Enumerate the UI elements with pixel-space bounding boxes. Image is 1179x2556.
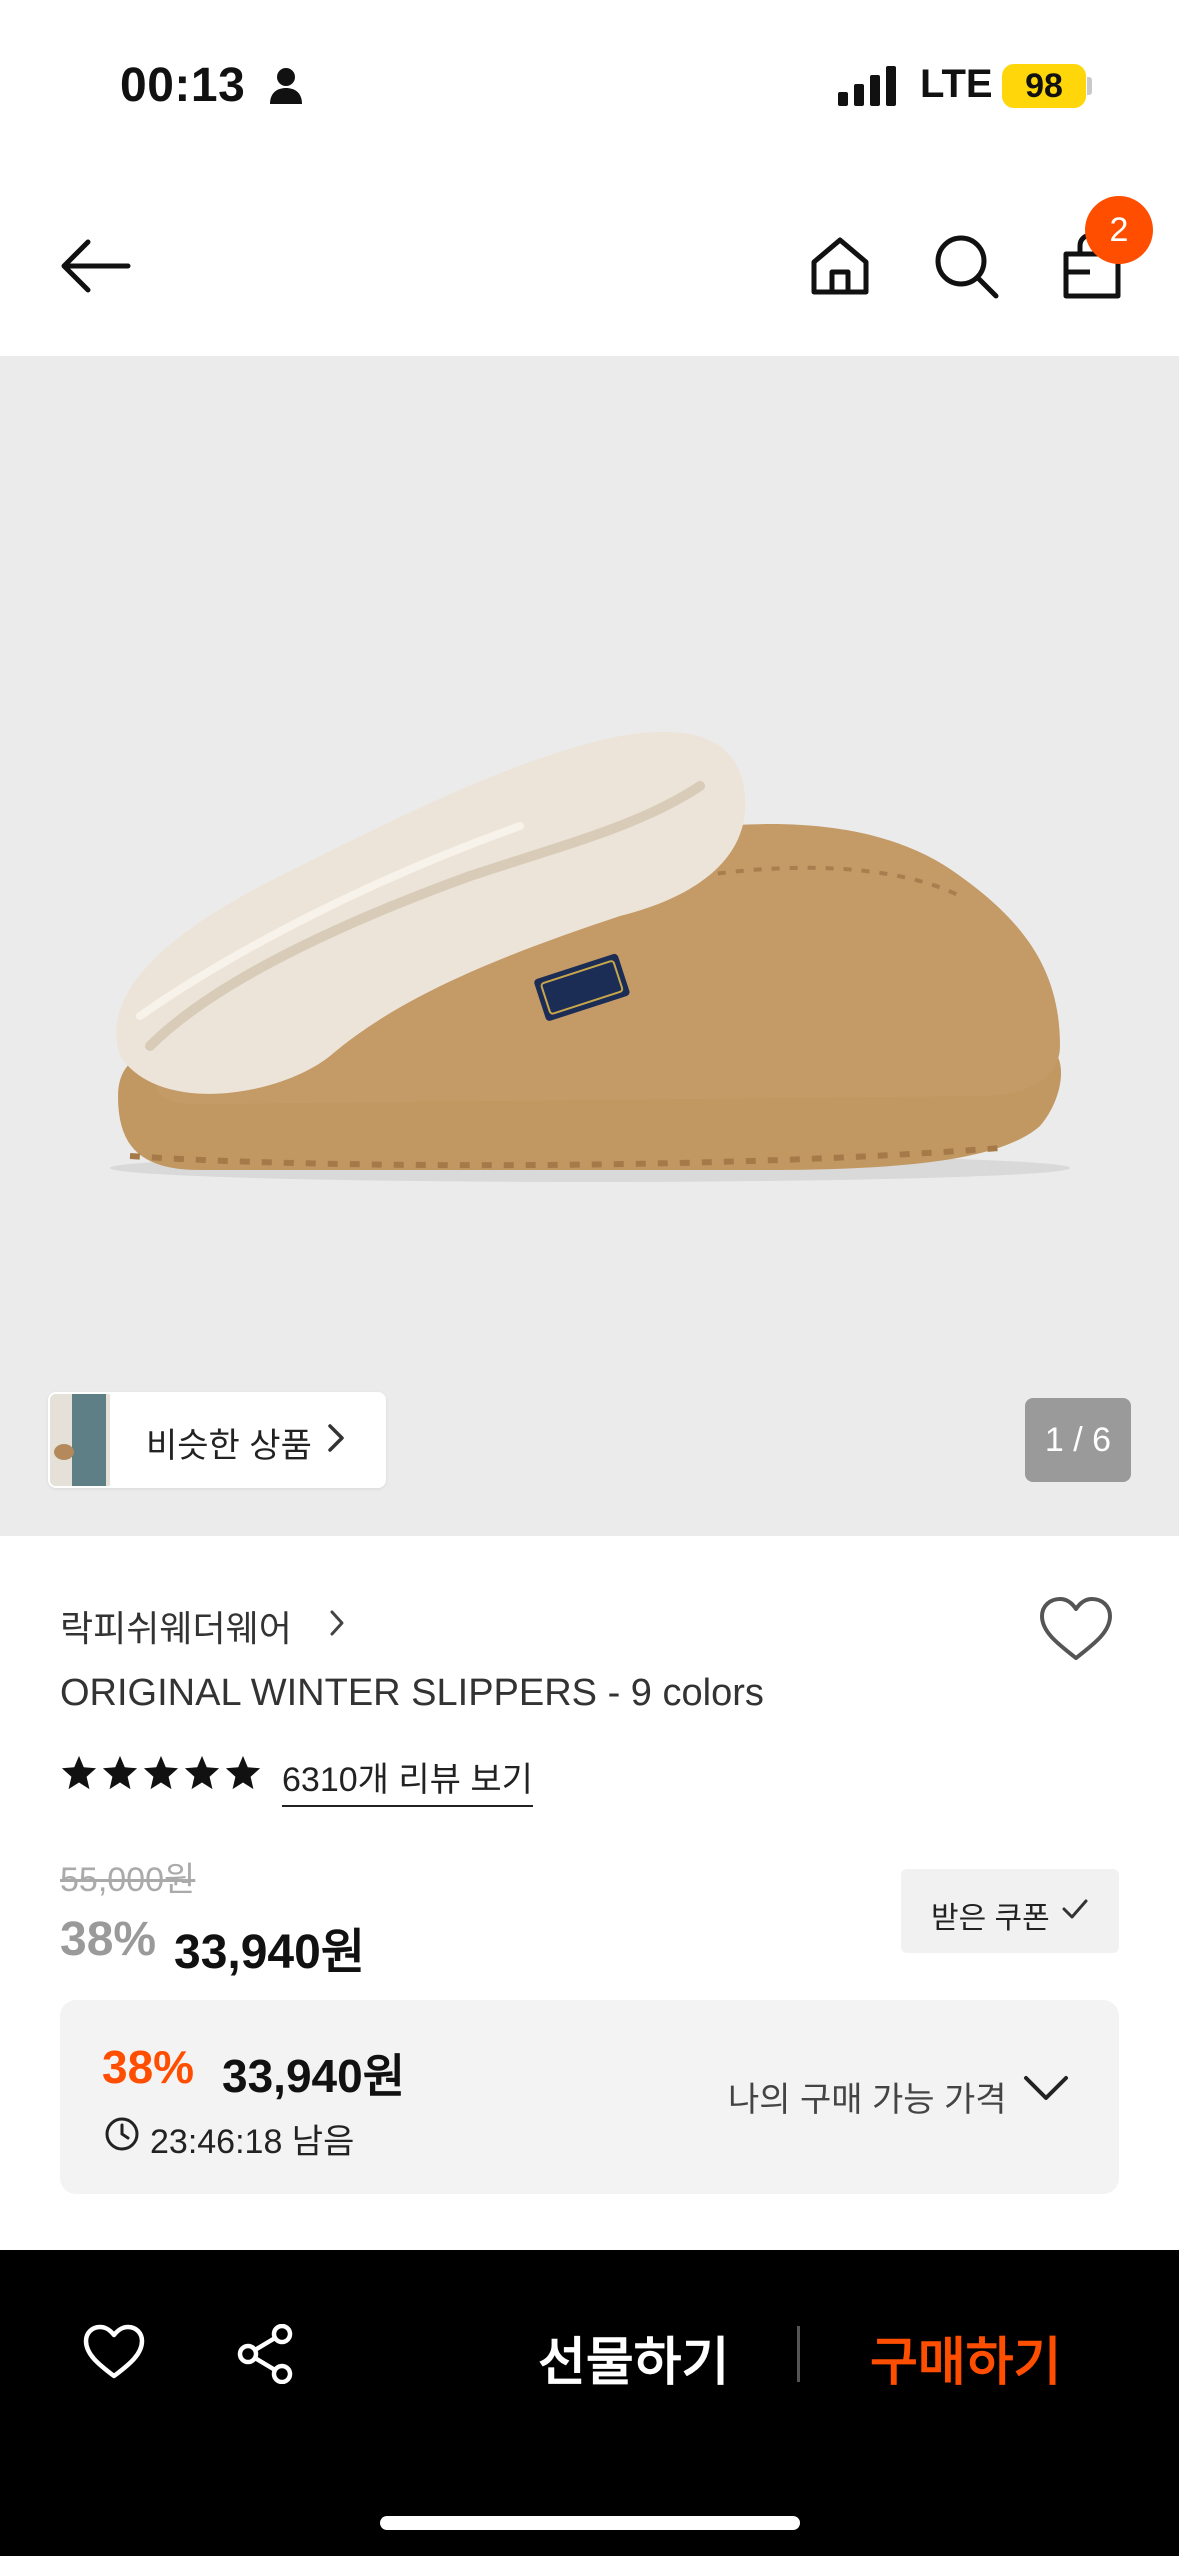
product-image-gallery[interactable] xyxy=(0,356,1179,1536)
review-link[interactable]: 6310개 리뷰 보기 xyxy=(282,1752,533,1807)
star-icon xyxy=(102,1755,138,1790)
image-pager: 1 / 6 xyxy=(1025,1398,1131,1482)
my-price-value: 33,940원 xyxy=(222,2050,406,2102)
countdown-timer: 23:46:18 남음 xyxy=(150,2123,355,2161)
heart-icon[interactable] xyxy=(82,2324,146,2387)
received-coupon-button[interactable]: 받은 쿠폰 xyxy=(901,1869,1119,1953)
home-icon[interactable] xyxy=(808,234,872,298)
home-indicator xyxy=(380,2516,800,2530)
original-price: 55,000원 xyxy=(60,1861,196,1899)
star-icon xyxy=(143,1755,179,1790)
bottom-bar-divider xyxy=(797,2326,800,2382)
star-icon xyxy=(61,1755,97,1790)
share-icon[interactable] xyxy=(236,2323,296,2389)
chevron-right-icon xyxy=(326,1422,346,1459)
back-arrow-icon[interactable] xyxy=(58,238,132,294)
search-icon[interactable] xyxy=(932,232,1000,300)
my-price-label: 나의 구매 가능 가격 xyxy=(728,2081,1007,2119)
gift-button[interactable]: 선물하기 xyxy=(538,2320,729,2395)
product-image xyxy=(110,731,1070,1182)
chevron-down-icon xyxy=(1022,2072,1070,2107)
clock-icon xyxy=(104,2116,140,2157)
my-price-panel[interactable]: 38% 33,940원 23:46:18 남음 나의 구매 가능 가격 xyxy=(60,2000,1119,2194)
network-label: LTE xyxy=(920,62,993,106)
product-title: ORIGINAL WINTER SLIPPERS - 9 colors xyxy=(60,1672,764,1714)
person-icon xyxy=(268,66,304,106)
sale-price: 33,940원 xyxy=(174,1926,365,1979)
coupon-label: 받은 쿠폰 xyxy=(931,1902,1050,1935)
battery-tip xyxy=(1087,77,1092,95)
my-price-discount: 38% xyxy=(102,2041,195,2093)
star-icon xyxy=(184,1755,220,1790)
star-icon xyxy=(225,1755,261,1790)
similar-products-label: 비슷한 상품 xyxy=(146,1427,312,1465)
similar-product-thumbnail xyxy=(50,1394,110,1486)
brand-link[interactable]: 락피쉬웨더웨어 xyxy=(60,1600,292,1652)
wishlist-heart-icon[interactable] xyxy=(1038,1596,1114,1669)
signal-icon xyxy=(838,64,900,108)
rating-stars xyxy=(60,1754,262,1794)
cart-count-badge: 2 xyxy=(1085,196,1153,264)
check-icon xyxy=(1061,1897,1089,1926)
status-time: 00:13 xyxy=(120,59,246,112)
buy-button[interactable]: 구매하기 xyxy=(870,2320,1061,2395)
similar-products-button[interactable]: 비슷한 상품 xyxy=(48,1392,386,1488)
battery-icon: 98 xyxy=(1002,64,1086,108)
bottom-action-bar: 선물하기 구매하기 xyxy=(0,2250,1179,2556)
discount-rate: 38% xyxy=(60,1913,157,1966)
brand-chevron-right-icon[interactable] xyxy=(328,1608,346,1643)
battery-level: 98 xyxy=(1025,67,1063,105)
